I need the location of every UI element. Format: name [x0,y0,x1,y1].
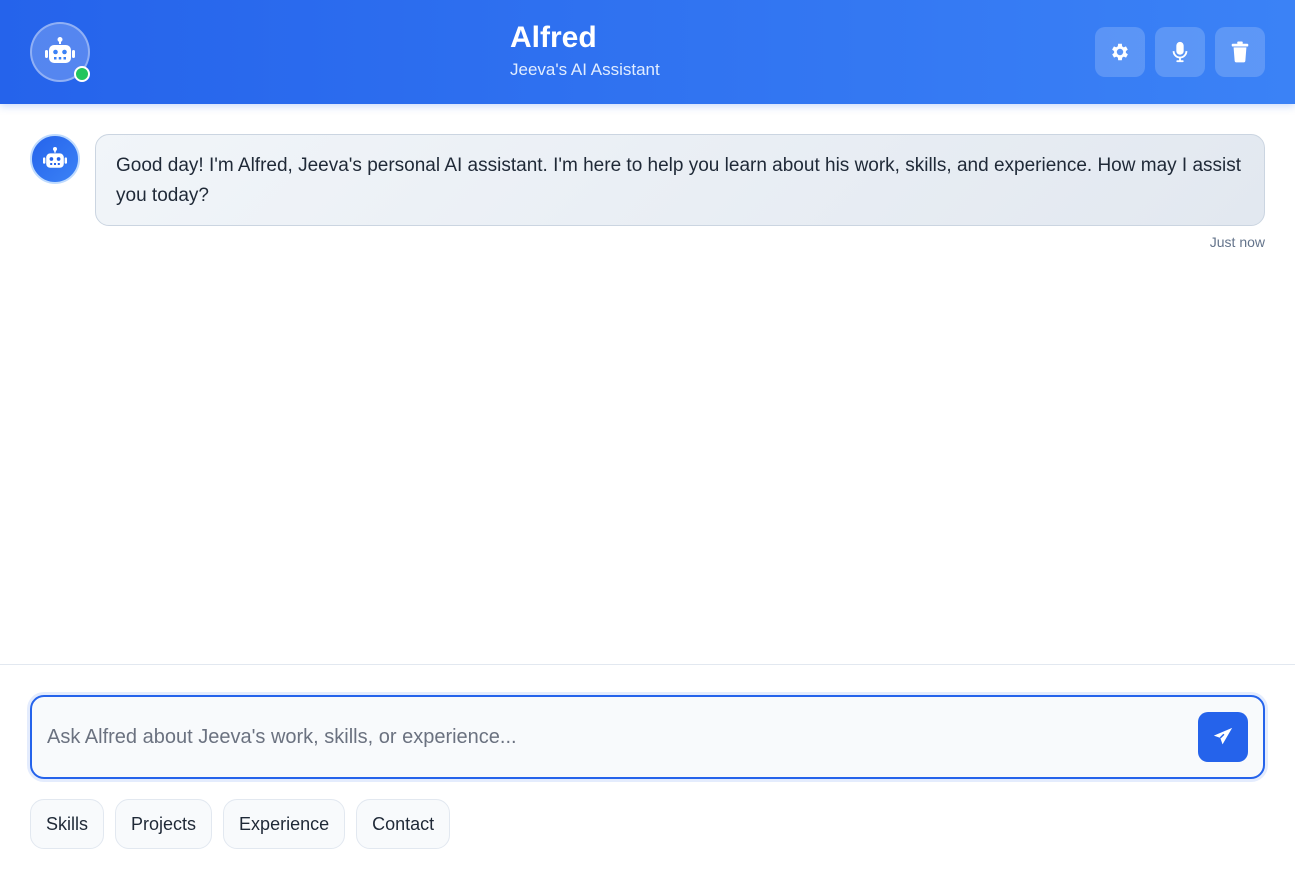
chat-header: Alfred Jeeva's AI Assistant [0,0,1295,104]
voice-input-button[interactable] [1155,27,1205,77]
message-avatar [30,134,80,184]
robot-icon [43,147,67,168]
composer [30,695,1265,779]
message-timestamp: Just now [1209,234,1265,250]
gear-icon [1112,43,1128,61]
quick-reply-projects[interactable]: Projects [115,799,213,849]
clear-chat-button[interactable] [1215,27,1265,77]
paper-plane-icon [1213,727,1233,745]
chat-app: Alfred Jeeva's AI Assistant Good day! I'… [0,0,1295,879]
robot-icon [45,37,75,63]
quick-reply-contact[interactable]: Contact [356,799,451,849]
microphone-icon [1172,41,1188,63]
assistant-subtitle: Jeeva's AI Assistant [510,60,660,79]
quick-reply-skills[interactable]: Skills [30,799,105,849]
assistant-name: Alfred [510,21,597,54]
quick-replies: Skills Projects Experience Contact [30,799,451,849]
online-status-dot [74,66,90,82]
composer-divider [0,664,1295,665]
chat-input[interactable] [47,717,1187,757]
assistant-message-bubble: Good day! I'm Alfred, Jeeva's personal A… [95,134,1265,226]
settings-button[interactable] [1095,27,1145,77]
quick-reply-experience[interactable]: Experience [223,799,346,849]
trash-icon [1231,41,1249,63]
send-button[interactable] [1198,712,1248,762]
